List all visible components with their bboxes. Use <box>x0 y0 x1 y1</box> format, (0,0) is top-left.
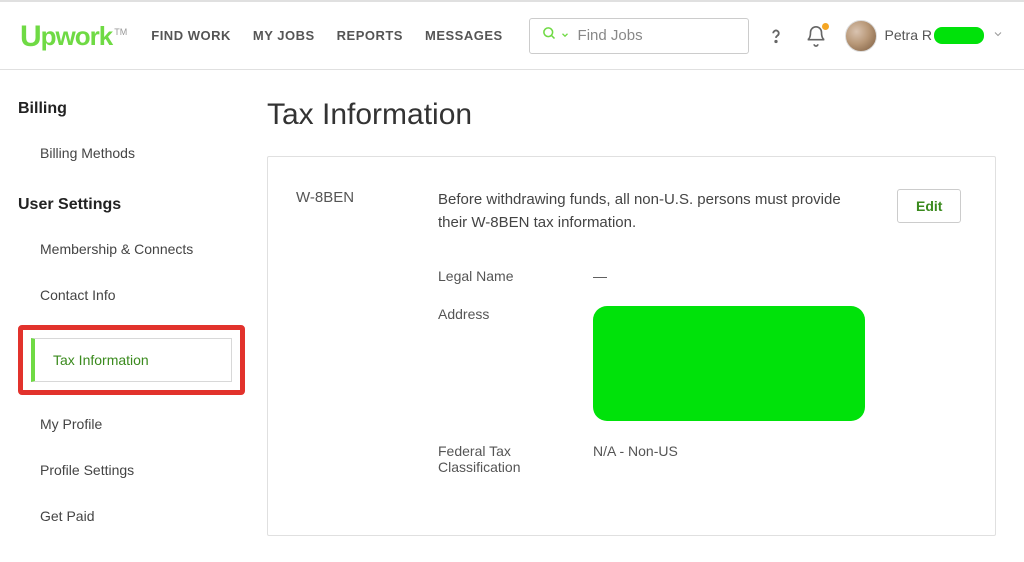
sidebar-section-billing: Billing <box>18 100 253 118</box>
nav-messages[interactable]: MESSAGES <box>425 28 503 43</box>
field-value-federal-tax: N/A - Non-US <box>593 443 678 475</box>
sidebar-item-billing-methods[interactable]: Billing Methods <box>18 130 253 176</box>
notification-dot <box>822 23 829 30</box>
page-title: Tax Information <box>267 98 996 132</box>
main-content: Tax Information W-8BEN Before withdrawin… <box>253 70 1024 562</box>
nav-find-work[interactable]: FIND WORK <box>151 28 231 43</box>
search-input[interactable] <box>578 27 736 44</box>
nav-my-jobs[interactable]: MY JOBS <box>253 28 315 43</box>
field-value-address <box>593 306 865 421</box>
panel-body: Before withdrawing funds, all non-U.S. p… <box>438 189 865 503</box>
primary-nav: FIND WORK MY JOBS REPORTS MESSAGES <box>151 28 528 43</box>
upwork-logo[interactable]: Upwork TM <box>20 19 127 53</box>
chevron-down-icon <box>560 27 570 45</box>
field-address: Address <box>438 306 865 421</box>
field-label-federal-tax: Federal Tax Classification <box>438 443 593 475</box>
redacted-name <box>934 27 984 44</box>
field-legal-name: Legal Name — <box>438 268 865 284</box>
chevron-down-icon <box>992 27 1004 45</box>
sidebar-item-membership[interactable]: Membership & Connects <box>18 226 253 272</box>
sidebar-item-contact-info[interactable]: Contact Info <box>18 272 253 318</box>
panel-description: Before withdrawing funds, all non-U.S. p… <box>438 189 865 234</box>
field-value-legal-name: — <box>593 268 607 284</box>
top-bar: Upwork TM FIND WORK MY JOBS REPORTS MESS… <box>0 0 1024 70</box>
content-area: Billing Billing Methods User Settings Me… <box>0 70 1024 562</box>
sidebar: Billing Billing Methods User Settings Me… <box>0 70 253 562</box>
sidebar-section-user-settings: User Settings <box>18 196 253 214</box>
field-label-legal-name: Legal Name <box>438 268 593 284</box>
tax-info-panel: W-8BEN Before withdrawing funds, all non… <box>267 156 996 536</box>
field-federal-tax: Federal Tax Classification N/A - Non-US <box>438 443 865 475</box>
search-icon <box>542 26 557 46</box>
sidebar-item-tax-info-highlight: Tax Information <box>18 325 245 395</box>
sidebar-item-profile-settings[interactable]: Profile Settings <box>18 447 253 493</box>
sidebar-item-my-profile[interactable]: My Profile <box>18 401 253 447</box>
nav-reports[interactable]: REPORTS <box>337 28 403 43</box>
edit-button[interactable]: Edit <box>897 189 961 223</box>
top-icons: Petra R <box>765 20 1004 52</box>
sidebar-item-get-paid[interactable]: Get Paid <box>18 493 253 539</box>
search-box[interactable] <box>529 18 749 54</box>
user-menu[interactable]: Petra R <box>845 20 1004 52</box>
panel-section-label: W-8BEN <box>296 189 406 503</box>
sidebar-item-tax-info[interactable]: Tax Information <box>31 338 232 382</box>
field-label-address: Address <box>438 306 593 421</box>
help-icon[interactable] <box>765 25 787 47</box>
panel-actions: Edit <box>897 189 967 503</box>
notifications-icon[interactable] <box>805 25 827 47</box>
user-name: Petra R <box>885 27 984 45</box>
avatar <box>845 20 877 52</box>
redacted-address <box>593 306 865 421</box>
